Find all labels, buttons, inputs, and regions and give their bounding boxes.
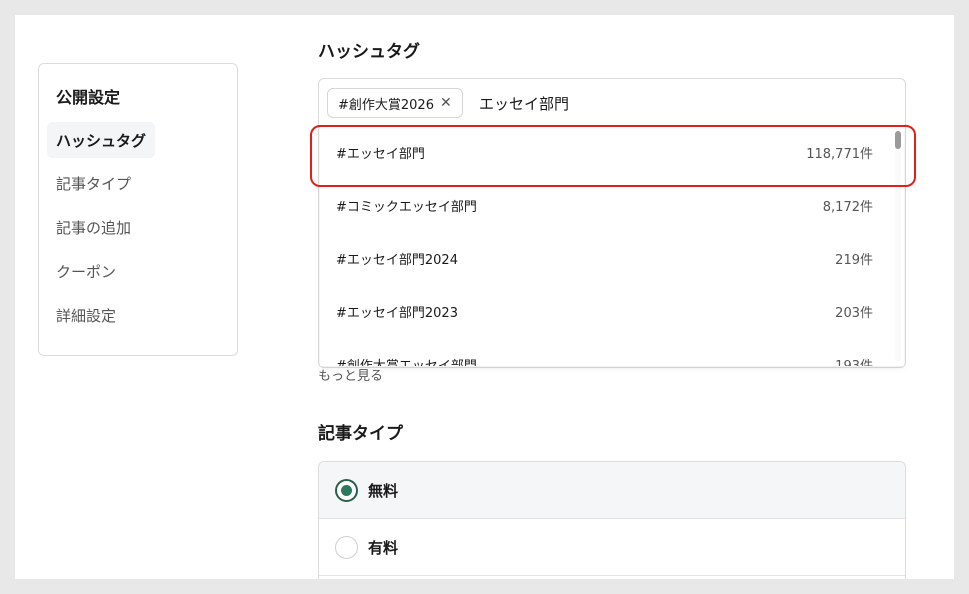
sidebar-item-hashtag[interactable]: ハッシュタグ bbox=[47, 122, 156, 158]
hashtag-input[interactable] bbox=[479, 90, 879, 116]
sidebar-item-add-article[interactable]: 記事の追加 bbox=[47, 209, 140, 245]
selected-tag-chip: #創作大賞2026 ✕ bbox=[327, 88, 463, 118]
suggestion-item[interactable]: #コミックエッセイ部門 8,172件 bbox=[320, 179, 890, 232]
option-label: 無料 bbox=[368, 481, 399, 500]
suggestion-item[interactable]: #創作大賞エッセイ部門 193件 bbox=[320, 338, 890, 366]
selected-tag-label: #創作大賞2026 bbox=[338, 97, 434, 113]
suggestion-scrollbar[interactable] bbox=[895, 131, 901, 361]
sidebar-item-article-type[interactable]: 記事タイプ bbox=[47, 165, 140, 201]
suggestion-tag: #エッセイ部門 bbox=[336, 147, 425, 162]
hashtag-section-title: ハッシュタグ bbox=[318, 42, 420, 62]
close-icon[interactable]: ✕ bbox=[440, 95, 452, 111]
show-more-link[interactable]: もっと見る bbox=[318, 365, 383, 384]
sidebar-title: 公開設定 bbox=[56, 88, 121, 107]
suggestion-count: 219件 bbox=[835, 253, 873, 268]
suggestion-count: 203件 bbox=[835, 306, 873, 321]
hashtag-suggestion-list: #エッセイ部門 118,771件 #コミックエッセイ部門 8,172件 #エッセ… bbox=[320, 125, 904, 366]
sidebar-item-advanced-settings[interactable]: 詳細設定 bbox=[47, 297, 125, 333]
scrollbar-thumb[interactable] bbox=[895, 131, 901, 149]
suggestion-tag: #エッセイ部門2024 bbox=[336, 253, 458, 268]
article-type-option-paid[interactable]: 有料 bbox=[319, 519, 905, 576]
option-label: 有料 bbox=[368, 538, 399, 557]
suggestion-tag: #コミックエッセイ部門 bbox=[336, 200, 477, 215]
suggestion-count: 193件 bbox=[835, 355, 873, 366]
sidebar-item-coupon[interactable]: クーポン bbox=[47, 253, 125, 289]
suggestion-item[interactable]: #エッセイ部門2023 203件 bbox=[320, 285, 890, 338]
article-type-section-title: 記事タイプ bbox=[318, 424, 403, 444]
suggestion-item[interactable]: #エッセイ部門 118,771件 bbox=[320, 126, 890, 179]
suggestion-count: 118,771件 bbox=[806, 147, 873, 162]
radio-checked-icon[interactable] bbox=[335, 478, 358, 502]
suggestion-tag: #エッセイ部門2023 bbox=[336, 306, 458, 321]
suggestion-count: 8,172件 bbox=[822, 200, 873, 215]
article-type-option-free[interactable]: 無料 bbox=[319, 462, 905, 519]
settings-sidebar: 公開設定 ハッシュタグ 記事タイプ 記事の追加 クーポン 詳細設定 bbox=[38, 63, 238, 356]
radio-unchecked-icon[interactable] bbox=[335, 535, 358, 559]
page: 公開設定 ハッシュタグ 記事タイプ 記事の追加 クーポン 詳細設定 ハッシュタグ… bbox=[15, 15, 954, 579]
suggestion-item[interactable]: #エッセイ部門2024 219件 bbox=[320, 232, 890, 285]
article-type-options: 無料 有料 bbox=[318, 461, 906, 579]
